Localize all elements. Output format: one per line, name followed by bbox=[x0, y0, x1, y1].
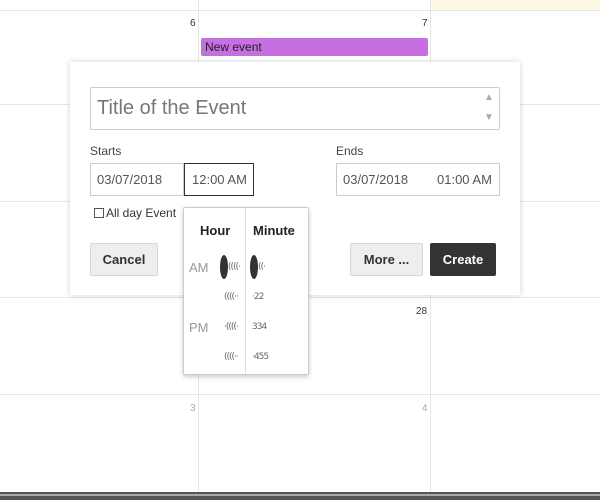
event-title-input[interactable] bbox=[97, 96, 467, 120]
minute-wheel-handle[interactable] bbox=[250, 255, 258, 279]
picker-divider bbox=[245, 208, 246, 374]
grid-line bbox=[0, 10, 600, 11]
minute-header: Minute bbox=[253, 223, 295, 238]
time-picker: Hour Minute AM PM ((((· ((((·· ·((((· ((… bbox=[183, 207, 309, 375]
hour-wheel[interactable]: ·((((· bbox=[224, 322, 239, 332]
chevron-up-icon[interactable]: ▲ bbox=[483, 92, 495, 104]
ends-label: Ends bbox=[336, 144, 364, 158]
hour-wheel-handle[interactable] bbox=[220, 255, 228, 279]
cancel-button[interactable]: Cancel bbox=[90, 243, 158, 276]
day-number[interactable]: 4 bbox=[422, 403, 428, 414]
all-day-label[interactable]: All day Event bbox=[106, 206, 176, 220]
today-highlight bbox=[431, 0, 600, 10]
start-date-field[interactable]: 03/07/2018 bbox=[90, 163, 184, 196]
pm-option[interactable]: PM bbox=[189, 320, 209, 335]
end-time-value[interactable]: 01:00 AM bbox=[437, 164, 492, 195]
starts-label: Starts bbox=[90, 144, 122, 158]
day-number[interactable]: 28 bbox=[416, 306, 427, 317]
create-button[interactable]: Create bbox=[430, 243, 496, 276]
chevron-down-icon[interactable]: ▼ bbox=[483, 112, 495, 124]
minute-wheel[interactable]: 334 bbox=[252, 322, 267, 332]
day-number[interactable]: 3 bbox=[190, 403, 196, 414]
day-number[interactable]: 7 bbox=[422, 18, 428, 29]
start-time-field[interactable]: 12:00 AM bbox=[184, 163, 254, 196]
day-number[interactable]: 6 bbox=[190, 18, 196, 29]
minute-wheel[interactable]: ·22 bbox=[252, 292, 264, 302]
hour-wheel[interactable]: ((((· bbox=[228, 262, 241, 272]
bottom-scrollbar-track bbox=[0, 494, 600, 496]
event-chip[interactable]: New event bbox=[201, 38, 428, 56]
am-option[interactable]: AM bbox=[189, 260, 209, 275]
grid-line bbox=[0, 394, 600, 395]
end-date-field[interactable]: 03/07/2018 01:00 AM bbox=[336, 163, 500, 196]
minute-wheel[interactable]: ·455 bbox=[252, 352, 269, 362]
hour-wheel[interactable]: ((((·· bbox=[224, 292, 239, 302]
more-button[interactable]: More ... bbox=[350, 243, 423, 276]
event-title-field[interactable]: ▲ ▼ bbox=[90, 87, 500, 130]
hour-wheel[interactable]: ((((·· bbox=[224, 352, 239, 362]
end-date-value: 03/07/2018 bbox=[343, 172, 409, 187]
hour-header: Hour bbox=[200, 223, 231, 238]
minute-wheel[interactable]: ((· bbox=[258, 262, 266, 272]
all-day-checkbox[interactable] bbox=[94, 208, 104, 218]
